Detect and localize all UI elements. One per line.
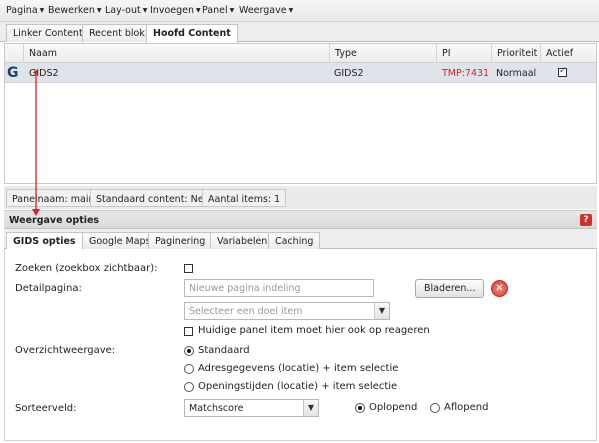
cell-pi[interactable]: TMP:7431 (442, 68, 489, 79)
sorteerveld-label: Sorteerveld: (15, 403, 77, 414)
reageren-label: Huidige panel item moet hier ook op reag… (198, 325, 430, 336)
tab-gids-opties[interactable]: GIDS opties (6, 232, 83, 250)
col-prioriteit[interactable]: Prioriteit (491, 44, 540, 63)
gids-options-panel: Zoeken (zoekbox zichtbaar): Detailpagina… (4, 249, 597, 441)
oplopend-radio[interactable] (355, 403, 365, 413)
menu-pagina[interactable]: Pagina ▼ (6, 5, 44, 16)
bladeren-button[interactable]: Bladeren... (415, 279, 485, 298)
tab-recent-blok[interactable]: Recent blok (82, 24, 152, 42)
col-pi[interactable]: PI (436, 44, 491, 63)
caret-down-icon: ▼ (142, 7, 148, 14)
menubar: Pagina ▼ Bewerken ▼ Lay-out ▼ Invoegen ▼ Pan… (0, 0, 599, 22)
reageren-checkbox[interactable] (184, 327, 193, 336)
caret-down-icon: ▼ (229, 7, 235, 14)
tab-google-maps[interactable]: Google Maps (82, 232, 158, 249)
table-row[interactable]: G GIDS2 GIDS2 TMP:7431 Normaal (5, 63, 596, 83)
zoeken-label: Zoeken (zoekbox zichtbaar): (15, 263, 158, 274)
sorteerveld-select[interactable]: Matchscore ▼ (184, 399, 319, 417)
menu-invoegen[interactable]: Invoegen ▼ (150, 5, 201, 16)
menu-pagina-label: Pagina (6, 5, 38, 16)
doel-item-select[interactable]: Selecteer een doel item ▼ (184, 302, 390, 320)
overzichtweergave-label: Overzichtweergave: (15, 345, 116, 356)
cell-prioriteit: Normaal (496, 68, 537, 79)
menu-bewerken-label: Bewerken (48, 5, 95, 16)
menu-layout-label: Lay-out (105, 5, 141, 16)
overzicht-adres-label: Adresgegevens (locatie) + item selectie (198, 363, 399, 374)
doel-item-value: Selecteer een doel item (189, 306, 303, 317)
col-naam[interactable]: Naam (23, 44, 329, 63)
cell-naam: GIDS2 (29, 68, 59, 79)
grid-header: Naam Type PI Prioriteit Actief (5, 44, 596, 63)
overzicht-adres-radio[interactable] (184, 364, 194, 374)
help-icon[interactable]: ? (580, 214, 592, 226)
cell-type: GIDS2 (334, 68, 364, 79)
options-tabs: GIDS opties Google Maps Paginering Varia… (4, 229, 597, 250)
section-title: Weergave opties (9, 215, 100, 226)
status-panelnaam: Panelnaam: main (6, 189, 101, 207)
tab-caching[interactable]: Caching (268, 232, 321, 249)
status-bar: Panelnaam: main Standaard content: Nee A… (4, 186, 597, 209)
tab-variabelen[interactable]: Variabelen (210, 232, 275, 249)
overzicht-standaard-radio[interactable] (184, 346, 194, 356)
status-standaard: Standaard content: Nee (90, 189, 216, 207)
actief-checkbox[interactable] (558, 66, 567, 77)
tab-paginering[interactable]: Paginering (148, 232, 213, 249)
content-tabs: Linker Content Recent blok Hoofd Content (0, 22, 599, 43)
overzicht-openingstijden-radio[interactable] (184, 382, 194, 392)
tab-hoofd-content[interactable]: Hoofd Content (146, 24, 238, 43)
content-grid: Naam Type PI Prioriteit Actief G GIDS2 G… (4, 43, 597, 184)
tab-linker-content[interactable]: Linker Content (6, 24, 90, 42)
menu-bewerken[interactable]: Bewerken ▼ (48, 5, 102, 16)
zoeken-checkbox[interactable] (184, 264, 193, 273)
caret-down-icon: ▼ (288, 7, 294, 14)
gids-icon: G (7, 65, 19, 81)
sorteerveld-value: Matchscore (189, 403, 244, 414)
overzicht-openingstijden-label: Openingstijden (locatie) + item selectie (198, 381, 398, 392)
menu-panel[interactable]: Panel ▼ (202, 5, 234, 16)
menu-panel-label: Panel (202, 5, 228, 16)
caret-down-icon: ▼ (96, 7, 102, 14)
detailpagina-label: Detailpagina: (15, 283, 82, 294)
status-aantal: Aantal items: 1 (202, 189, 287, 207)
detailpagina-input[interactable]: Nieuwe pagina indeling (184, 279, 374, 297)
menu-layout[interactable]: Lay-out ▼ (105, 5, 147, 16)
menu-invoegen-label: Invoegen (150, 5, 194, 16)
col-type[interactable]: Type (329, 44, 436, 63)
dropdown-arrow-icon: ▼ (303, 400, 318, 416)
aflopend-radio[interactable] (430, 403, 440, 413)
section-header: Weergave opties ? (4, 210, 597, 229)
menu-weergave-label: Weergave (239, 5, 287, 16)
menu-weergave[interactable]: Weergave ▼ (239, 5, 293, 16)
overzicht-standaard-label: Standaard (198, 345, 250, 356)
aflopend-label: Aflopend (444, 402, 489, 413)
caret-down-icon: ▼ (39, 7, 45, 14)
col-actief[interactable]: Actief (540, 44, 598, 63)
clear-icon[interactable]: ✕ (491, 280, 508, 297)
oplopend-label: Oplopend (369, 402, 418, 413)
caret-down-icon: ▼ (196, 7, 201, 14)
dropdown-arrow-icon: ▼ (374, 303, 389, 319)
